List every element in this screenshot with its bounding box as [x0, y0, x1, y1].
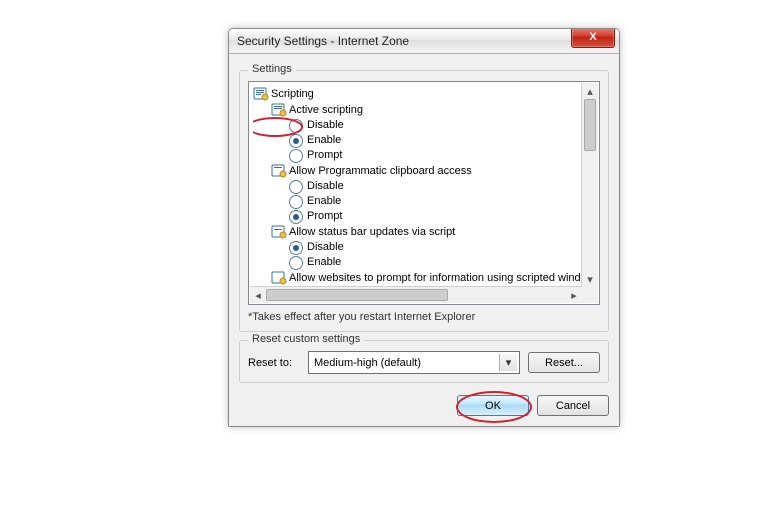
reset-level-dropdown[interactable]: Medium-high (default) ▾	[308, 351, 520, 374]
option-label: Enable	[307, 194, 341, 209]
radio-icon	[289, 241, 303, 255]
tree-option[interactable]: Enable	[253, 255, 597, 270]
tree-label: Allow websites to prompt for information…	[289, 271, 597, 286]
option-label: Disable	[307, 118, 344, 133]
radio-icon	[289, 134, 303, 148]
option-label: Prompt	[307, 209, 342, 224]
radio-icon	[289, 195, 303, 209]
option-label: Enable	[307, 255, 341, 270]
tree-category-scripting[interactable]: Scripting	[253, 86, 597, 102]
scripting-icon	[253, 86, 269, 102]
titlebar[interactable]: Security Settings - Internet Zone X	[229, 29, 619, 54]
tree-group-clipboard[interactable]: Allow Programmatic clipboard access	[253, 163, 597, 179]
tree-option[interactable]: Enable	[253, 133, 597, 148]
option-label: Prompt	[307, 148, 342, 163]
scroll-thumb[interactable]	[584, 99, 596, 151]
vertical-scrollbar[interactable]: ▴ ▾	[581, 83, 598, 287]
reset-legend: Reset custom settings	[248, 333, 364, 345]
horizontal-scrollbar[interactable]: ◂ ▸	[250, 286, 582, 303]
reset-to-label: Reset to:	[248, 357, 300, 369]
tree-group-active-scripting[interactable]: Active scripting	[253, 102, 597, 118]
scroll-right-icon[interactable]: ▸	[566, 287, 582, 303]
tree-option[interactable]: Prompt	[253, 148, 597, 163]
dialog-title: Security Settings - Internet Zone	[237, 34, 409, 48]
radio-icon	[289, 256, 303, 270]
dropdown-value: Medium-high (default)	[314, 357, 421, 369]
scroll-up-icon[interactable]: ▴	[582, 83, 598, 99]
scroll-thumb[interactable]	[266, 289, 448, 301]
cancel-button[interactable]: Cancel	[537, 395, 609, 416]
radio-icon	[289, 180, 303, 194]
option-label: Disable	[307, 179, 344, 194]
script-icon	[271, 224, 287, 240]
scroll-corner	[582, 287, 598, 303]
reset-button[interactable]: Reset...	[528, 352, 600, 373]
dialog-actions: OK Cancel	[239, 395, 609, 416]
close-button[interactable]: X	[571, 28, 615, 48]
option-label: Enable	[307, 133, 341, 148]
security-settings-dialog: Security Settings - Internet Zone X Sett…	[228, 28, 620, 427]
scroll-down-icon[interactable]: ▾	[582, 271, 598, 287]
settings-tree[interactable]: Scripting Active scripting Disable	[248, 81, 600, 305]
tree-label: Allow Programmatic clipboard access	[289, 164, 472, 179]
radio-icon	[289, 210, 303, 224]
tree-option[interactable]: Disable	[253, 179, 597, 194]
option-label: Disable	[307, 240, 344, 255]
radio-icon	[289, 119, 303, 133]
ok-button[interactable]: OK	[457, 395, 529, 416]
tree-option[interactable]: Prompt	[253, 209, 597, 224]
tree-option[interactable]: Disable	[253, 240, 597, 255]
tree-label: Scripting	[271, 87, 314, 102]
tree-label: Active scripting	[289, 103, 363, 118]
scroll-left-icon[interactable]: ◂	[250, 287, 266, 303]
chevron-down-icon: ▾	[499, 354, 517, 371]
tree-group-statusbar[interactable]: Allow status bar updates via script	[253, 224, 597, 240]
script-icon	[271, 102, 287, 118]
script-icon	[271, 270, 287, 286]
close-icon: X	[589, 32, 596, 43]
reset-group: Reset custom settings Reset to: Medium-h…	[239, 340, 609, 383]
tree-group-scripted-windows[interactable]: Allow websites to prompt for information…	[253, 270, 597, 286]
tree-label: Allow status bar updates via script	[289, 225, 455, 240]
restart-note: *Takes effect after you restart Internet…	[248, 311, 600, 323]
settings-legend: Settings	[248, 63, 296, 75]
settings-group: Settings Scripting A	[239, 70, 609, 332]
script-icon	[271, 163, 287, 179]
tree-option[interactable]: Enable	[253, 194, 597, 209]
tree-option[interactable]: Disable	[253, 118, 597, 133]
radio-icon	[289, 149, 303, 163]
